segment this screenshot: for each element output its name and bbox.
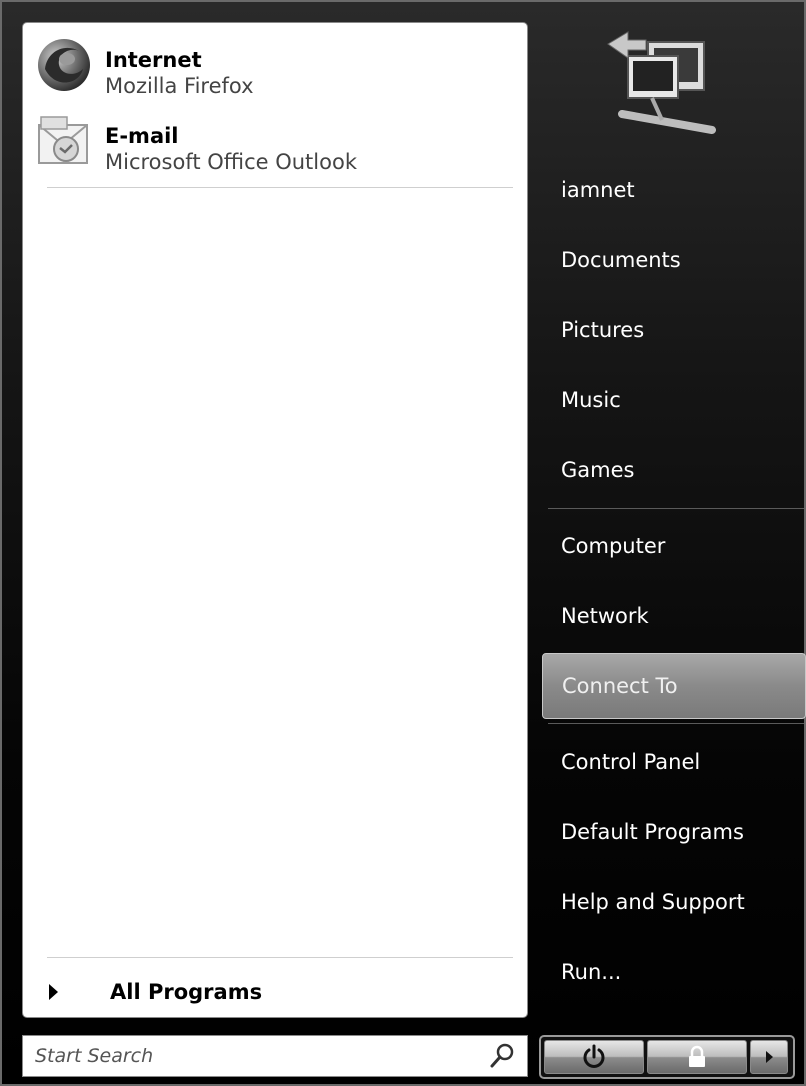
programs-pane: Internet Mozilla Firefox E-mail Microsof…: [22, 22, 528, 1018]
power-icon: [583, 1044, 605, 1068]
right-item-music[interactable]: Music: [542, 368, 804, 432]
right-item-label: Pictures: [561, 318, 645, 342]
right-item-label: Run...: [561, 960, 622, 984]
right-item-label: Computer: [561, 534, 666, 558]
right-item-label: Music: [561, 388, 621, 412]
right-item-control-panel[interactable]: Control Panel: [542, 730, 804, 794]
start-menu: Internet Mozilla Firefox E-mail Microsof…: [0, 0, 806, 1086]
arrow-right-icon: [49, 984, 58, 1000]
pinned-title: Internet: [105, 48, 202, 72]
pinned-title: E-mail: [105, 124, 179, 148]
right-item-pictures[interactable]: Pictures: [542, 298, 804, 362]
search-icon[interactable]: [487, 1041, 517, 1071]
power-button-group: [539, 1035, 795, 1079]
pinned-item-email[interactable]: E-mail Microsoft Office Outlook: [35, 111, 515, 183]
right-item-label: iamnet: [561, 178, 635, 202]
right-item-label: Connect To: [562, 674, 678, 698]
lock-button[interactable]: [647, 1040, 747, 1074]
all-programs-button[interactable]: All Programs: [37, 975, 517, 1009]
firefox-icon: [38, 39, 90, 91]
right-separator: [548, 723, 804, 724]
pinned-subtitle: Microsoft Office Outlook: [105, 150, 357, 174]
right-item-label: Control Panel: [561, 750, 701, 774]
power-button[interactable]: [544, 1040, 644, 1074]
lock-icon: [689, 1045, 705, 1067]
pinned-item-internet[interactable]: Internet Mozilla Firefox: [35, 35, 515, 107]
right-item-network[interactable]: Network: [542, 584, 804, 648]
right-item-label: Default Programs: [561, 820, 744, 844]
right-item-games[interactable]: Games: [542, 438, 804, 502]
right-item-documents[interactable]: Documents: [542, 228, 804, 292]
right-item-connect-to[interactable]: Connect To: [542, 653, 806, 719]
pinned-subtitle: Mozilla Firefox: [105, 74, 254, 98]
start-search-box: [22, 1035, 528, 1077]
right-item-label: Games: [561, 458, 635, 482]
search-input[interactable]: [23, 1037, 487, 1075]
shutdown-options-button[interactable]: [750, 1040, 788, 1074]
network-graphic-icon: [607, 31, 716, 134]
all-programs-label: All Programs: [110, 980, 263, 1004]
all-programs-separator: [47, 957, 513, 958]
pinned-separator: [47, 187, 513, 188]
right-item-default-programs[interactable]: Default Programs: [542, 800, 804, 864]
arrow-right-icon: [766, 1051, 773, 1063]
right-item-label: Help and Support: [561, 890, 745, 914]
right-item-label: Network: [561, 604, 649, 628]
right-item-help-and-support[interactable]: Help and Support: [542, 870, 804, 934]
right-item-label: Documents: [561, 248, 681, 272]
outlook-icon: [38, 116, 88, 164]
right-item-computer[interactable]: Computer: [542, 514, 804, 578]
right-separator: [548, 508, 804, 509]
right-item-user[interactable]: iamnet: [542, 158, 804, 222]
right-item-run[interactable]: Run...: [542, 940, 804, 1004]
